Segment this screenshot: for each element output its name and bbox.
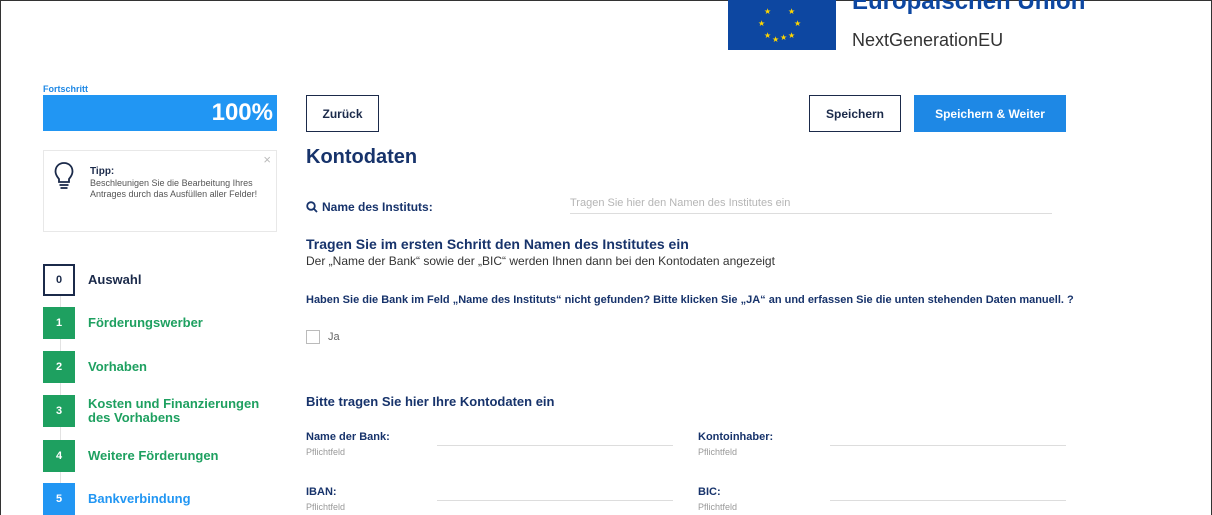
iban-label: IBAN: xyxy=(306,486,337,498)
search-label-text: Name des Instituts: xyxy=(322,200,433,214)
search-icon xyxy=(306,201,318,213)
progress-bar: 100% xyxy=(43,95,277,131)
close-icon[interactable]: × xyxy=(263,152,271,167)
bank-name-field[interactable] xyxy=(437,426,673,446)
step-label: Vorhaben xyxy=(88,359,147,374)
back-button[interactable]: Zurück xyxy=(306,95,379,132)
step-label: Auswahl xyxy=(88,272,142,287)
institute-search-input[interactable] xyxy=(570,192,1052,214)
page-title: Kontodaten xyxy=(306,146,418,168)
svg-text:★: ★ xyxy=(772,35,779,44)
step-item-weitere-foerderungen[interactable]: 4 Weitere Förderungen xyxy=(43,440,283,472)
checkbox-label[interactable]: Ja xyxy=(328,331,340,343)
progress-value: 100% xyxy=(211,99,273,126)
manual-entry-checkbox[interactable] xyxy=(306,330,320,344)
step-item-kosten[interactable]: 3 Kosten und Finanzierungen des Vorhaben… xyxy=(43,395,283,427)
step-item-bankverbindung[interactable]: 5 Bankverbindung xyxy=(43,483,283,515)
account-holder-label: Kontoinhaber: xyxy=(698,431,774,443)
account-data-heading: Bitte tragen Sie hier Ihre Kontodaten ei… xyxy=(306,394,555,409)
svg-text:★: ★ xyxy=(788,31,795,40)
svg-text:★: ★ xyxy=(780,33,787,42)
step-label: Förderungswerber xyxy=(88,315,203,330)
step-item-vorhaben[interactable]: 2 Vorhaben xyxy=(43,351,283,383)
instruction-text: Der „Name der Bank“ sowie der „BIC“ werd… xyxy=(306,254,775,268)
save-button[interactable]: Speichern xyxy=(809,95,901,132)
svg-text:★: ★ xyxy=(764,31,771,40)
eu-subtitle: NextGenerationEU xyxy=(852,30,1004,50)
step-number: 4 xyxy=(43,440,75,472)
required-hint: Pflichtfeld xyxy=(698,502,738,512)
iban-field[interactable] xyxy=(437,481,673,501)
svg-text:★: ★ xyxy=(794,19,801,28)
step-number: 3 xyxy=(43,395,75,427)
account-holder-field[interactable] xyxy=(830,426,1066,446)
bic-field[interactable] xyxy=(830,481,1066,501)
lightbulb-icon xyxy=(54,162,74,189)
svg-text:★: ★ xyxy=(788,7,795,16)
progress-label: Fortschritt xyxy=(43,84,88,94)
tip-box: × Tipp: Beschleunigen Sie die Bearbeitun… xyxy=(43,150,277,232)
tip-title: Tipp: xyxy=(90,166,115,177)
step-item-foerderungswerber[interactable]: 1 Förderungswerber xyxy=(43,307,283,339)
eu-title: Europäischen Union xyxy=(852,0,1086,15)
svg-text:★: ★ xyxy=(764,7,771,16)
tip-text: Beschleunigen Sie die Bearbeitung Ihres … xyxy=(90,178,258,199)
step-number: 2 xyxy=(43,351,75,383)
bank-name-label: Name der Bank: xyxy=(306,431,390,443)
step-label: Bankverbindung xyxy=(88,491,191,506)
required-hint: Pflichtfeld xyxy=(306,502,346,512)
required-hint: Pflichtfeld xyxy=(698,447,738,457)
step-number: 5 xyxy=(43,483,75,515)
step-number: 1 xyxy=(43,307,75,339)
eu-flag-logo: ★ ★ ★ ★ ★ ★ ★ ★ xyxy=(728,0,836,50)
search-label: Name des Instituts: xyxy=(306,200,433,214)
step-number: 0 xyxy=(43,264,75,296)
instruction-heading: Tragen Sie im ersten Schritt den Namen d… xyxy=(306,236,689,252)
svg-text:★: ★ xyxy=(758,19,765,28)
required-hint: Pflichtfeld xyxy=(306,447,346,457)
save-next-button[interactable]: Speichern & Weiter xyxy=(914,95,1066,132)
bic-label: BIC: xyxy=(698,486,721,498)
bank-not-found-question: Haben Sie die Bank im Feld „Name des Ins… xyxy=(306,294,1074,306)
step-label: Kosten und Finanzierungen des Vorhabens xyxy=(88,396,260,425)
step-label: Weitere Förderungen xyxy=(88,448,219,463)
step-item-auswahl[interactable]: 0 Auswahl xyxy=(43,264,283,296)
